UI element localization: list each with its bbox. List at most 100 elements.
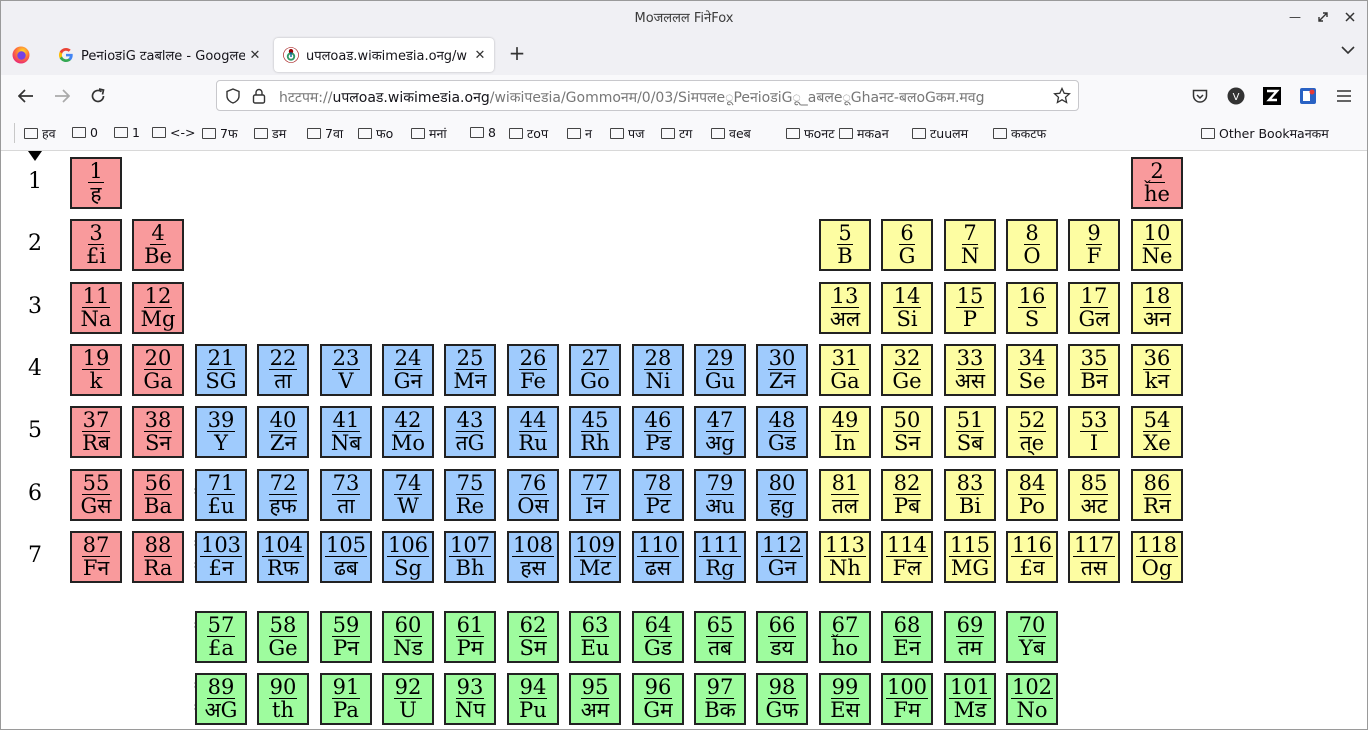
element-cell[interactable]: 9F xyxy=(1068,219,1120,271)
element-cell[interactable]: 93 Nप xyxy=(444,673,496,725)
element-cell[interactable]: 44 Ru xyxy=(507,406,559,458)
element-cell[interactable]: 2 ȟe xyxy=(1131,157,1183,209)
element-cell[interactable]: 11 Na xyxy=(70,282,122,334)
element-cell[interactable]: 38 Sन xyxy=(132,406,184,458)
element-cell[interactable]: 79 अu xyxy=(694,469,746,521)
account-avatar-icon[interactable]: V xyxy=(1226,86,1246,106)
element-cell[interactable]: 83 Bi xyxy=(944,469,996,521)
element-cell[interactable]: 107 Bh xyxy=(444,531,496,583)
new-tab-button[interactable]: + xyxy=(506,42,528,64)
element-cell[interactable]: 34 Se xyxy=(1006,344,1058,396)
back-button[interactable] xyxy=(16,86,36,106)
element-cell[interactable]: 80 हg xyxy=(756,469,808,521)
element-cell[interactable]: 88 Ra xyxy=(132,531,184,583)
element-cell[interactable]: 71 £u xyxy=(195,469,247,521)
element-cell[interactable]: 103 £न xyxy=(195,531,247,583)
element-cell[interactable]: 14 Si xyxy=(881,282,933,334)
forward-button[interactable] xyxy=(52,86,72,106)
element-cell[interactable]: 23 V xyxy=(320,344,372,396)
bookmark-folder[interactable]: 0 xyxy=(72,125,98,140)
reload-button[interactable] xyxy=(88,86,108,106)
element-cell[interactable]: 24 Gन xyxy=(382,344,434,396)
zotero-icon[interactable] xyxy=(1262,86,1282,106)
element-cell[interactable]: 90th xyxy=(257,673,309,725)
bookmark-folder[interactable]: टoप xyxy=(509,125,548,142)
bookmark-folder[interactable]: डम xyxy=(254,125,286,142)
element-cell[interactable]: 20 Ga xyxy=(132,344,184,396)
element-cell[interactable]: 27 Go xyxy=(569,344,621,396)
tab-google[interactable]: PeनioडiG टaबlलe - Googलe ✕ xyxy=(49,38,269,72)
element-cell[interactable]: 39 Y xyxy=(195,406,247,458)
tab-wikimedia[interactable]: uपलoaड.wiकimeडia.oनg/w ✕ xyxy=(274,38,494,72)
element-cell[interactable]: 67 ȟo xyxy=(819,611,871,663)
element-cell[interactable]: 1ह xyxy=(70,157,122,209)
element-cell[interactable]: 3 £i xyxy=(70,219,122,271)
bookmark-folder[interactable]: 7वा xyxy=(307,125,343,142)
bookmark-folder[interactable]: <-> xyxy=(152,125,195,140)
element-cell[interactable]: 68 Eन xyxy=(881,611,933,663)
element-cell[interactable]: 8O xyxy=(1006,219,1058,271)
element-cell[interactable]: 85 अट xyxy=(1068,469,1120,521)
element-cell[interactable]: 64 Gड xyxy=(632,611,684,663)
element-cell[interactable]: 16 S xyxy=(1006,282,1058,334)
element-cell[interactable]: 110 ढस xyxy=(632,531,684,583)
minimize-icon[interactable]: — xyxy=(1284,6,1306,28)
firefox-icon[interactable] xyxy=(11,45,31,65)
bookmark-folder[interactable]: 8 xyxy=(470,125,496,140)
close-window-icon[interactable] xyxy=(1339,6,1361,28)
element-cell[interactable]: 117 तस xyxy=(1068,531,1120,583)
element-cell[interactable]: 28 Ni xyxy=(632,344,684,396)
element-cell[interactable]: 15 P xyxy=(944,282,996,334)
element-cell[interactable]: 5B xyxy=(819,219,871,271)
element-cell[interactable]: 48 Gड xyxy=(756,406,808,458)
element-cell[interactable]: 59 Pन xyxy=(320,611,372,663)
bookmark-folder[interactable]: टuuलम xyxy=(912,125,968,142)
element-cell[interactable]: 31 Ga xyxy=(819,344,871,396)
element-cell[interactable]: 75 Re xyxy=(444,469,496,521)
element-cell[interactable]: 61 Pम xyxy=(444,611,496,663)
restore-icon[interactable] xyxy=(1312,6,1334,28)
element-cell[interactable]: 49 In xyxy=(819,406,871,458)
bookmark-folder[interactable]: न xyxy=(567,125,592,142)
bookmark-folder[interactable]: मकaन xyxy=(839,125,889,142)
element-cell[interactable]: 116 £व xyxy=(1006,531,1058,583)
element-cell[interactable]: 113 Nh xyxy=(819,531,871,583)
element-cell[interactable]: 66 डय xyxy=(756,611,808,663)
element-cell[interactable]: 115 MG xyxy=(944,531,996,583)
element-cell[interactable]: 72 हफ xyxy=(257,469,309,521)
element-cell[interactable]: 6G xyxy=(881,219,933,271)
element-cell[interactable]: 58 Ge xyxy=(257,611,309,663)
bookmark-folder[interactable]: हव xyxy=(24,125,56,142)
bookmark-folder[interactable]: फoनट xyxy=(786,125,835,142)
close-tab-icon[interactable]: ✕ xyxy=(470,48,490,63)
bookmark-folder[interactable]: फo xyxy=(358,125,393,142)
element-cell[interactable]: 73 ता xyxy=(320,469,372,521)
element-cell[interactable]: 78 Pट xyxy=(632,469,684,521)
element-cell[interactable]: 43 तG xyxy=(444,406,496,458)
element-cell[interactable]: 105 ढब xyxy=(320,531,372,583)
pocket-icon[interactable] xyxy=(1190,86,1210,106)
element-cell[interactable]: 21 SG xyxy=(195,344,247,396)
element-cell[interactable]: 70 Yब xyxy=(1006,611,1058,663)
element-cell[interactable]: 18 अन xyxy=(1131,282,1183,334)
element-cell[interactable]: 35 Bन xyxy=(1068,344,1120,396)
element-cell[interactable]: 82 Pब xyxy=(881,469,933,521)
element-cell[interactable]: 57 £a xyxy=(195,611,247,663)
element-cell[interactable]: 52 त्e xyxy=(1006,406,1058,458)
element-cell[interactable]: 97 Bक xyxy=(694,673,746,725)
element-cell[interactable]: 102 No xyxy=(1006,673,1058,725)
element-cell[interactable]: 100 Fम xyxy=(881,673,933,725)
element-cell[interactable]: 40 Zन xyxy=(257,406,309,458)
element-cell[interactable]: 95 अम xyxy=(569,673,621,725)
url-bar[interactable]: hटटपम://uपलoaड.wiकimeडia.oनg/wiकiपeडia/G… xyxy=(216,80,1079,111)
element-cell[interactable]: 112 Gन xyxy=(756,531,808,583)
element-cell[interactable]: 118 Og xyxy=(1131,531,1183,583)
extension-icon[interactable] xyxy=(1298,86,1318,106)
element-cell[interactable]: 32 Ge xyxy=(881,344,933,396)
element-cell[interactable]: 86 Rन xyxy=(1131,469,1183,521)
element-cell[interactable]: 10 Ne xyxy=(1131,219,1183,271)
element-cell[interactable]: 45 Rh xyxy=(569,406,621,458)
element-cell[interactable]: 22 ता xyxy=(257,344,309,396)
element-cell[interactable]: 108 हस xyxy=(507,531,559,583)
lock-icon[interactable] xyxy=(252,88,266,104)
